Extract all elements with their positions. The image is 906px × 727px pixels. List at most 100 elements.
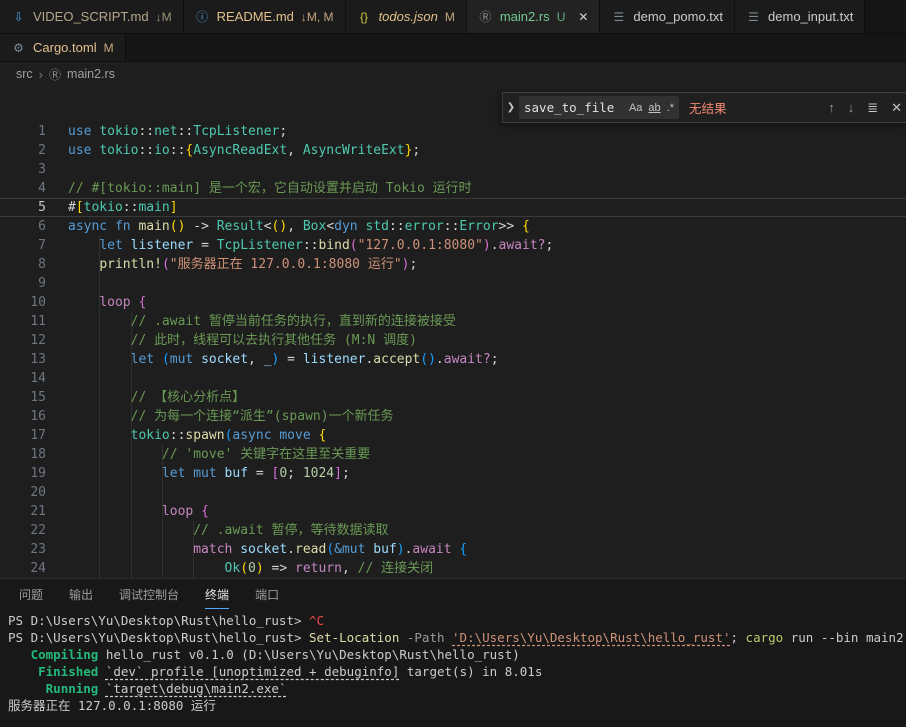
code-line[interactable]: 16 // 为每一个连接“派生”(spawn)一个新任务 [0,407,906,426]
find-query-text[interactable]: save_to_file [524,100,623,115]
code-line[interactable]: 12 // 此时，线程可以去执行其他任务 (M:N 调度) [0,331,906,350]
line-number: 23 [0,540,46,559]
code-text [46,369,68,388]
tab-label: VIDEO_SCRIPT.md [33,9,149,24]
code-line[interactable]: 3 [0,160,906,179]
editor-tab-main2[interactable]: Ⓡmain2.rsU✕ [467,0,601,33]
line-number: 6 [0,217,46,236]
editor-tab-demo-input[interactable]: ☰demo_input.txt [735,0,865,33]
terminal-output[interactable]: PS D:\Users\Yu\Desktop\Rust\hello_rust> … [0,609,906,714]
chevron-right-icon: › [39,67,43,82]
code-text: use tokio::io::{AsyncReadExt, AsyncWrite… [46,141,420,160]
code-line[interactable]: 13 let (mut socket, _) = listener.accept… [0,350,906,369]
code-line[interactable]: 5#[tokio::main] [0,198,906,217]
find-in-selection-icon[interactable]: ≣ [867,100,878,116]
code-text: // 此时，线程可以去执行其他任务 (M:N 调度) [46,331,417,350]
line-number: 1 [0,122,46,141]
panel-tab-bar: 问题输出调试控制台终端端口 [0,579,906,609]
next-match-icon[interactable]: ↓ [848,100,855,115]
editor-tab-todos[interactable]: {}todos.jsonM [346,0,467,33]
terminal-line: Compiling hello_rust v0.1.0 (D:\Users\Yu… [8,646,906,663]
code-text: let listener = TcpListener::bind("127.0.… [46,236,553,255]
toggle-replace-icon[interactable]: ❯ [503,102,519,113]
editor-tab-video-script[interactable]: ⇩VIDEO_SCRIPT.md↓M [0,0,184,33]
line-number: 22 [0,521,46,540]
panel-tab-终端[interactable]: 终端 [205,579,229,609]
tab-dirty-badge: ↓M [156,10,172,24]
tab-label: todos.json [379,9,438,24]
editor-tab-readme[interactable]: ⓘREADME.md↓M, M [184,0,346,33]
code-line[interactable]: 1use tokio::net::TcpListener; [0,122,906,141]
panel-tab-输出[interactable]: 输出 [69,579,93,609]
code-text: println!("服务器正在 127.0.0.1:8080 运行"); [46,255,417,274]
code-text: loop { [46,502,209,521]
breadcrumb-file[interactable]: main2.rs [67,67,115,81]
panel-tab-调试控制台[interactable]: 调试控制台 [119,579,179,609]
code-line[interactable]: 18 // 'move' 关键字在这里至关重要 [0,445,906,464]
code-text: // 【核心分析点】 [46,388,245,407]
code-lines: 1use tokio::net::TcpListener;2use tokio:… [0,86,906,578]
code-text: let (mut socket, _) = listener.accept().… [46,350,499,369]
line-number: 21 [0,502,46,521]
tab-dirty-badge: U [557,10,566,24]
text-file-icon: ☰ [611,10,626,24]
editor-tab-cargo[interactable]: ⚙Cargo.tomlM [0,34,126,61]
code-line[interactable]: 23 match socket.read(&mut buf).await { [0,540,906,559]
panel-tab-问题[interactable]: 问题 [19,579,43,609]
code-line[interactable]: 20 [0,483,906,502]
close-tab-icon[interactable]: ✕ [578,10,588,24]
code-line[interactable]: 14 [0,369,906,388]
code-line[interactable]: 22 // .await 暂停，等待数据读取 [0,521,906,540]
code-line[interactable]: 7 let listener = TcpListener::bind("127.… [0,236,906,255]
code-line[interactable]: 10 loop { [0,293,906,312]
code-line[interactable]: 9 [0,274,906,293]
code-line[interactable]: 24 Ok(0) => return, // 连接关闭 [0,559,906,578]
tab-label: Cargo.toml [33,40,97,55]
tab-label: demo_input.txt [768,9,853,24]
find-input[interactable]: save_to_file Aa ab .* [519,96,679,119]
find-widget: ❯ save_to_file Aa ab .* 无结果 ↑ ↓ ≣ ✕ [502,92,906,123]
code-line[interactable]: 15 // 【核心分析点】 [0,388,906,407]
editor-tab-demo-pomo[interactable]: ☰demo_pomo.txt [600,0,735,33]
terminal-line: PS D:\Users\Yu\Desktop\Rust\hello_rust> … [8,612,906,629]
code-text: // #[tokio::main] 是一个宏，它自动设置并启动 Tokio 运行… [46,179,472,198]
code-line[interactable]: 4// #[tokio::main] 是一个宏，它自动设置并启动 Tokio 运… [0,179,906,198]
line-number: 24 [0,559,46,578]
code-line[interactable]: 6async fn main() -> Result<(), Box<dyn s… [0,217,906,236]
line-number: 20 [0,483,46,502]
whole-word-icon[interactable]: ab [648,102,660,114]
terminal-line: 服务器正在 127.0.0.1:8080 运行 [8,697,906,714]
code-text: // 为每一个连接“派生”(spawn)一个新任务 [46,407,394,426]
vscode-window: { "tabs": { "row1": [ { "id":"video-scri… [0,0,906,727]
tab-dirty-badge: M [104,41,114,55]
regex-icon[interactable]: .* [667,102,674,114]
previous-match-icon[interactable]: ↑ [828,100,835,115]
line-number: 18 [0,445,46,464]
code-text: #[tokio::main] [46,198,178,217]
code-line[interactable]: 19 let mut buf = [0; 1024]; [0,464,906,483]
rust-icon: Ⓡ [49,66,61,83]
line-number: 8 [0,255,46,274]
terminal-line: PS D:\Users\Yu\Desktop\Rust\hello_rust> … [8,629,906,646]
line-number: 16 [0,407,46,426]
tab-dirty-badge: ↓M, M [301,10,334,24]
line-number: 13 [0,350,46,369]
code-line[interactable]: 21 loop { [0,502,906,521]
line-number: 11 [0,312,46,331]
line-number: 9 [0,274,46,293]
panel-tab-端口[interactable]: 端口 [255,579,279,609]
close-find-icon[interactable]: ✕ [891,100,902,116]
line-number: 5 [0,198,46,217]
code-line[interactable]: 11 // .await 暂停当前任务的执行，直到新的连接被接受 [0,312,906,331]
code-text: let mut buf = [0; 1024]; [46,464,350,483]
terminal-line: Finished `dev` profile [unoptimized + de… [8,663,906,680]
code-text: async fn main() -> Result<(), Box<dyn st… [46,217,530,236]
code-text: // 'move' 关键字在这里至关重要 [46,445,370,464]
code-line[interactable]: 8 println!("服务器正在 127.0.0.1:8080 运行"); [0,255,906,274]
match-case-icon[interactable]: Aa [629,102,642,114]
code-line[interactable]: 2use tokio::io::{AsyncReadExt, AsyncWrit… [0,141,906,160]
code-line[interactable]: 17 tokio::spawn(async move { [0,426,906,445]
breadcrumb-folder[interactable]: src [16,67,33,81]
bottom-panel: 问题输出调试控制台终端端口 PS D:\Users\Yu\Desktop\Rus… [0,578,906,727]
code-text: Ok(0) => return, // 连接关闭 [46,559,433,578]
